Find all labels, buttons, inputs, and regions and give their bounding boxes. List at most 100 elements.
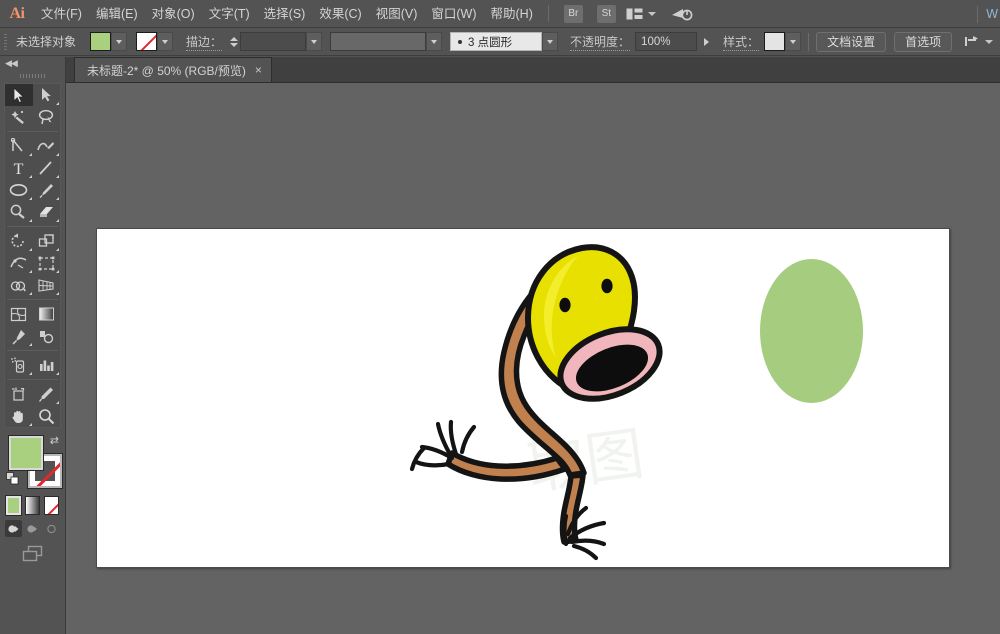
menu-window[interactable]: 窗口(W)	[424, 0, 483, 28]
workspace-switcher[interactable]: W	[986, 7, 1000, 21]
artboard[interactable]: 取图	[96, 228, 950, 568]
flyout-corner-icon	[29, 153, 32, 156]
tool-direct-selection[interactable]	[33, 84, 61, 106]
stroke-weight-input[interactable]	[240, 32, 306, 51]
close-icon[interactable]: ×	[255, 63, 262, 77]
tool-ellipse[interactable]	[5, 179, 33, 201]
flyout-corner-icon	[56, 248, 59, 251]
tools-divider	[7, 131, 58, 132]
tool-width[interactable]	[5, 252, 33, 274]
tool-symbol-sprayer[interactable]	[5, 354, 33, 376]
tool-eraser[interactable]	[33, 201, 61, 223]
tool-group-selection	[5, 84, 60, 128]
color-mode-gradient[interactable]	[25, 496, 40, 515]
opacity-input[interactable]: 100%	[635, 32, 697, 51]
preferences-button[interactable]: 首选项	[894, 32, 952, 52]
menu-object[interactable]: 对象(O)	[145, 0, 202, 28]
flyout-corner-icon	[29, 423, 32, 426]
default-fill-stroke-icon[interactable]	[6, 472, 19, 490]
tool-line-segment[interactable]	[33, 157, 61, 179]
tool-shaper[interactable]	[5, 201, 33, 223]
tool-hand[interactable]	[5, 405, 33, 427]
sync-settings-icon[interactable]	[671, 6, 693, 22]
menubar-divider	[548, 5, 549, 22]
stroke-weight-stepper[interactable]	[228, 32, 240, 51]
graphic-style-dropdown[interactable]	[785, 32, 801, 51]
collapse-panel-icon[interactable]: ◀◀	[5, 58, 17, 69]
flyout-corner-icon	[56, 401, 59, 404]
tool-eyedropper[interactable]	[5, 325, 33, 347]
tool-shape-builder[interactable]	[5, 274, 33, 296]
tool-scale[interactable]	[33, 230, 61, 252]
tool-lasso[interactable]	[33, 106, 61, 128]
tool-paintbrush[interactable]	[33, 179, 61, 201]
tool-rotate[interactable]	[5, 230, 33, 252]
tool-free-transform[interactable]	[33, 252, 61, 274]
color-mode-none[interactable]	[44, 496, 59, 515]
menu-bar: Ai 文件(F) 编辑(E) 对象(O) 文字(T) 选择(S) 效果(C) 视…	[0, 0, 1000, 28]
tool-type[interactable]: T	[5, 157, 33, 179]
stroke-dropdown[interactable]	[157, 32, 173, 51]
arrange-documents-icon[interactable]	[626, 8, 656, 20]
draw-normal[interactable]	[5, 520, 22, 537]
green-ellipse-shape[interactable]	[760, 259, 863, 403]
canvas-area[interactable]: 取图	[66, 83, 1000, 634]
graphic-style-swatch[interactable]	[764, 32, 785, 51]
tool-group-transform	[5, 230, 60, 296]
menu-file[interactable]: 文件(F)	[34, 0, 89, 28]
align-to-artboard-icon[interactable]	[964, 35, 993, 49]
tool-mesh[interactable]	[5, 303, 33, 325]
tool-magic-wand[interactable]	[5, 106, 33, 128]
menu-select[interactable]: 选择(S)	[257, 0, 313, 28]
tool-blend[interactable]	[33, 325, 61, 347]
stock-button[interactable]: St	[597, 5, 616, 23]
menu-effect[interactable]: 效果(C)	[312, 0, 368, 28]
stroke-swatch[interactable]	[136, 32, 157, 51]
tool-perspective-grid[interactable]	[33, 274, 61, 296]
fill-color-swatch[interactable]	[9, 436, 43, 470]
brush-definition-dropdown[interactable]	[542, 32, 558, 51]
tool-column-graph[interactable]	[33, 354, 61, 376]
flyout-corner-icon	[29, 270, 32, 273]
swap-fill-stroke-icon[interactable]: ⇄	[50, 434, 59, 447]
stroke-weight-dropdown[interactable]	[306, 32, 322, 51]
flyout-corner-icon	[29, 343, 32, 346]
tool-slice[interactable]	[33, 383, 61, 405]
document-setup-button[interactable]: 文档设置	[816, 32, 886, 52]
left-eye	[559, 298, 570, 312]
tool-artboard[interactable]	[5, 383, 33, 405]
fill-dropdown[interactable]	[111, 32, 127, 51]
fill-stroke-controls: ⇄	[4, 434, 61, 492]
tool-zoom[interactable]	[33, 405, 61, 427]
flyout-corner-icon	[29, 372, 32, 375]
tool-pen[interactable]	[5, 135, 33, 157]
menu-help[interactable]: 帮助(H)	[484, 0, 540, 28]
screen-mode-icon[interactable]	[0, 545, 65, 563]
menubar-right-region: W	[969, 0, 1000, 28]
stroke-profile-dropdown[interactable]	[426, 32, 442, 51]
brush-definition-value: 3 点圆形	[468, 34, 512, 50]
fill-swatch[interactable]	[90, 32, 111, 51]
tool-curvature[interactable]	[33, 135, 61, 157]
menu-type[interactable]: 文字(T)	[202, 0, 257, 28]
brush-definition-select[interactable]: 3 点圆形	[450, 32, 542, 51]
color-mode-solid[interactable]	[6, 496, 21, 515]
opacity-panel-arrow[interactable]	[704, 38, 709, 46]
menu-view[interactable]: 视图(V)	[369, 0, 425, 28]
draw-inside[interactable]	[43, 520, 60, 537]
tools-list: T	[4, 83, 61, 428]
bridge-button[interactable]: Br	[564, 5, 583, 23]
plant-artwork[interactable]	[352, 228, 712, 566]
stroke-profile-input[interactable]	[330, 32, 426, 51]
flyout-corner-icon	[56, 197, 59, 200]
tools-panel-grip[interactable]	[0, 70, 65, 81]
menu-edit[interactable]: 编辑(E)	[89, 0, 145, 28]
draw-behind[interactable]	[24, 520, 41, 537]
svg-text:T: T	[14, 161, 24, 176]
control-bar-grip[interactable]	[1, 28, 10, 56]
chevron-down-icon	[648, 12, 656, 16]
document-tab[interactable]: 未标题-2* @ 50% (RGB/预览) ×	[74, 57, 272, 82]
draw-mode-buttons	[5, 520, 60, 537]
tool-selection[interactable]	[5, 84, 33, 106]
tool-gradient[interactable]	[33, 303, 61, 325]
